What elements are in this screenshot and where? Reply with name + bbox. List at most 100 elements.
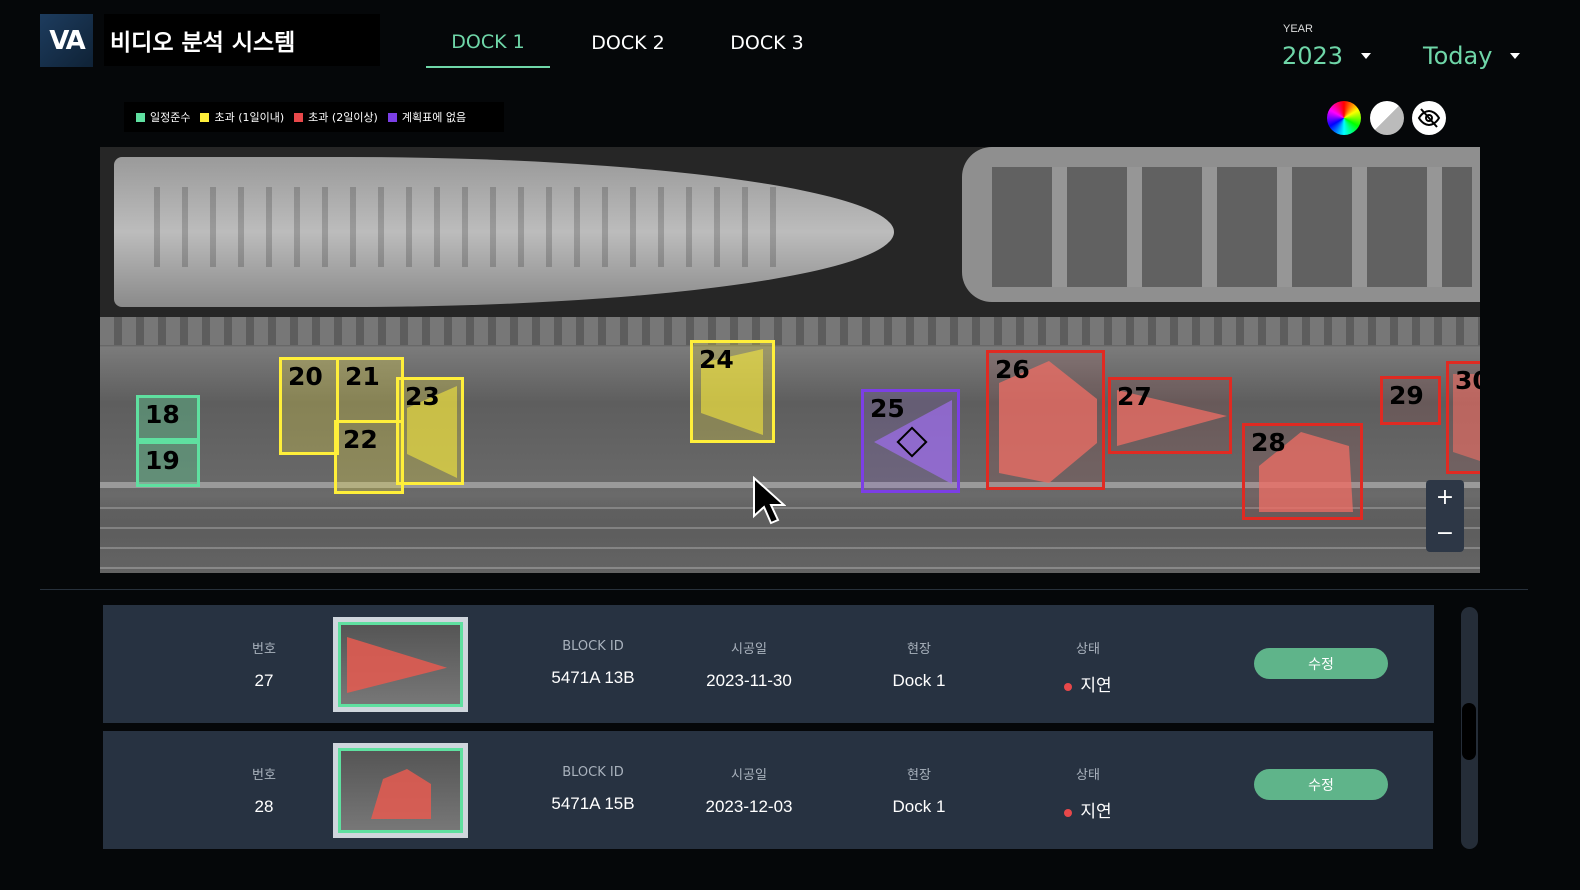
- block-number: 20: [288, 362, 323, 391]
- block-box[interactable]: 25: [861, 389, 960, 493]
- block-number: 25: [870, 394, 905, 423]
- thumbnail-block-shape: [371, 769, 431, 819]
- legend-label: 계획표에 없음: [401, 111, 467, 124]
- date-value: Today: [1423, 42, 1493, 70]
- block-number: 30: [1455, 366, 1480, 395]
- block-box[interactable]: 23: [396, 377, 464, 485]
- date-label: 시공일: [731, 642, 767, 657]
- mouse-cursor-icon: [753, 476, 786, 525]
- legend-swatch: [294, 112, 304, 122]
- block-number: 27: [1117, 382, 1152, 411]
- block-box[interactable]: 28: [1242, 423, 1363, 520]
- block-thumbnail[interactable]: [333, 743, 468, 838]
- dock-aerial-map[interactable]: 18 19 20 21 22 23 24 25 26 27 28 29 30: [100, 147, 1480, 573]
- date-cell: 시공일 2023-12-03: [699, 764, 799, 817]
- app-title-text: 비디오 분석 시스템: [110, 30, 296, 56]
- number-value: 27: [254, 671, 274, 690]
- caret-down-icon: [1361, 53, 1372, 59]
- contrast-icon[interactable]: [1370, 101, 1404, 135]
- block-id-cell: BLOCK ID 5471A 13B: [543, 639, 643, 688]
- block-number: 21: [345, 362, 380, 391]
- tab-dock-3[interactable]: DOCK 3: [706, 18, 828, 68]
- block-box[interactable]: 20: [279, 357, 339, 455]
- status-cell: 상태 지연: [1047, 638, 1129, 696]
- edit-button[interactable]: 수정: [1254, 648, 1388, 679]
- status-cell: 상태 지연: [1047, 764, 1129, 822]
- tab-dock-2[interactable]: DOCK 2: [550, 18, 706, 68]
- status-label: 상태: [1076, 768, 1100, 783]
- legend-item-over-2-days: 초과 (2일이상): [294, 109, 378, 125]
- block-number: 28: [1251, 428, 1286, 457]
- quay-structure: [100, 317, 1480, 345]
- status-label: 상태: [1076, 642, 1100, 657]
- dock-tabs: DOCK 1 DOCK 2 DOCK 3: [426, 18, 828, 68]
- block-box[interactable]: 29: [1380, 376, 1441, 425]
- status-badge: 지연: [1047, 797, 1129, 822]
- block-box[interactable]: 19: [136, 441, 200, 487]
- number-label: 번호: [252, 768, 276, 783]
- zoom-in-button[interactable]: +: [1436, 487, 1454, 509]
- section-divider: [40, 589, 1528, 590]
- block-id-value: 5471A 13B: [551, 668, 635, 687]
- caret-down-icon: [1510, 53, 1521, 59]
- block-box[interactable]: 27: [1108, 377, 1232, 454]
- block-box[interactable]: 24: [690, 340, 775, 443]
- legend-label: 초과 (2일이상): [308, 111, 378, 124]
- zoom-out-button[interactable]: −: [1436, 523, 1454, 545]
- scrollbar-thumb[interactable]: [1462, 703, 1476, 760]
- status-dot-icon: [1064, 682, 1073, 691]
- app-logo: VA: [40, 14, 93, 67]
- block-box[interactable]: 21: [336, 357, 404, 423]
- legend-item-over-1-day: 초과 (1일이내): [200, 109, 284, 125]
- block-id-label: BLOCK ID: [562, 765, 624, 780]
- number-value: 28: [254, 797, 274, 816]
- year-dropdown[interactable]: 2023: [1282, 42, 1372, 70]
- zoom-control: + −: [1426, 480, 1464, 552]
- app-title: 비디오 분석 시스템: [104, 14, 380, 66]
- block-box[interactable]: 30: [1446, 361, 1480, 474]
- site-cell: 현장 Dock 1: [875, 638, 963, 691]
- list-item[interactable]: 번호 27 BLOCK ID 5471A 13B 시공일 2023-11-30 …: [103, 605, 1434, 723]
- block-id-label: BLOCK ID: [562, 639, 624, 654]
- block-number: 26: [995, 355, 1030, 384]
- site-cell: 현장 Dock 1: [875, 764, 963, 817]
- block-id-value: 5471A 15B: [551, 794, 635, 813]
- block-box[interactable]: 26: [986, 350, 1105, 490]
- ship-hull: [962, 147, 1480, 302]
- status-dot-icon: [1064, 808, 1073, 817]
- site-label: 현장: [907, 768, 931, 783]
- status-legend: 일정준수 초과 (1일이내) 초과 (2일이상) 계획표에 없음: [124, 102, 504, 132]
- legend-swatch: [200, 112, 210, 122]
- date-label: 시공일: [731, 768, 767, 783]
- color-wheel-icon[interactable]: [1327, 101, 1361, 135]
- status-value: 지연: [1080, 676, 1112, 695]
- date-value: 2023-12-03: [705, 797, 793, 816]
- block-number: 19: [145, 446, 180, 475]
- block-box[interactable]: 22: [334, 420, 404, 494]
- number-cell: 번호 27: [233, 638, 295, 691]
- logo-text: VA: [49, 25, 86, 56]
- block-number: 22: [343, 425, 378, 454]
- date-value: 2023-11-30: [706, 671, 792, 690]
- number-cell: 번호 28: [233, 764, 295, 817]
- list-item[interactable]: 번호 28 BLOCK ID 5471A 15B 시공일 2023-12-03 …: [103, 731, 1433, 849]
- edit-button[interactable]: 수정: [1254, 769, 1388, 800]
- site-label: 현장: [907, 642, 931, 657]
- year-value: 2023: [1282, 42, 1344, 70]
- date-dropdown[interactable]: Today: [1423, 42, 1521, 70]
- thumbnail-image: [338, 748, 463, 833]
- date-cell: 시공일 2023-11-30: [699, 638, 799, 691]
- legend-item-not-in-plan: 계획표에 없음: [387, 109, 467, 125]
- tab-dock-1[interactable]: DOCK 1: [426, 18, 550, 68]
- legend-label: 초과 (1일이내): [214, 111, 285, 124]
- eye-off-icon[interactable]: [1412, 101, 1446, 135]
- block-thumbnail[interactable]: [333, 617, 468, 712]
- block-box[interactable]: 18: [136, 395, 200, 441]
- thumbnail-block-shape: [347, 637, 447, 693]
- legend-label: 일정준수: [150, 111, 191, 124]
- block-id-cell: BLOCK ID 5471A 15B: [543, 765, 643, 814]
- legend-swatch: [387, 112, 397, 122]
- site-value: Dock 1: [892, 671, 946, 690]
- number-label: 번호: [252, 642, 276, 657]
- legend-item-on-schedule: 일정준수: [136, 109, 190, 125]
